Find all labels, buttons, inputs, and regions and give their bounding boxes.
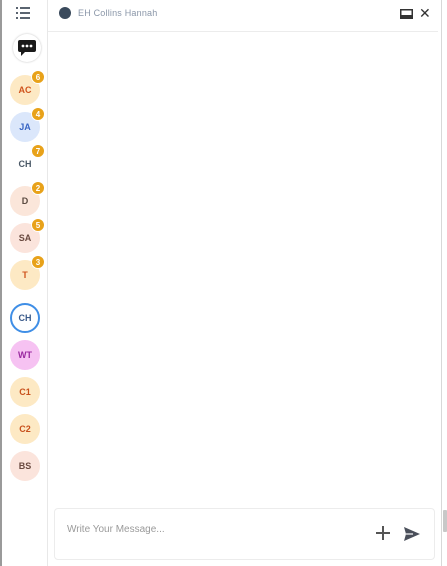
unread-badge: 5 — [31, 218, 45, 232]
message-area — [48, 33, 438, 503]
chat-header: EH Collins Hannah ✕ — [48, 0, 438, 32]
contact-avatar[interactable]: D2 — [10, 181, 45, 216]
contact-initials: D — [21, 196, 29, 206]
contact-avatar[interactable]: C2 — [10, 414, 40, 444]
contact-avatar[interactable]: CH — [10, 303, 40, 333]
chat-title: EH Collins Hannah — [78, 8, 158, 18]
window-icon[interactable] — [400, 9, 413, 19]
scrollbar[interactable] — [441, 0, 447, 566]
avatar — [59, 7, 71, 19]
contact-initials: CH — [18, 313, 32, 323]
contact-initials: CH — [18, 159, 32, 169]
plus-icon[interactable] — [376, 526, 390, 540]
contact-initials: C1 — [19, 387, 31, 397]
close-icon[interactable]: ✕ — [419, 6, 431, 20]
unread-badge: 4 — [31, 107, 45, 121]
chat-panel: EH Collins Hannah ✕ — [48, 0, 438, 566]
contact-avatar[interactable]: CH 7 — [10, 144, 45, 179]
contact-avatar[interactable]: AC 6 — [10, 70, 45, 105]
chat-bubble-icon — [18, 40, 36, 56]
send-icon[interactable] — [404, 527, 420, 541]
contact-initials: BS — [18, 461, 32, 471]
contact-initials: T — [22, 270, 28, 280]
contact-initials: C2 — [19, 424, 31, 434]
contact-avatar[interactable]: SA 5 — [10, 218, 45, 253]
contact-avatar[interactable]: JA 4 — [10, 107, 45, 142]
unread-badge: 3 — [31, 255, 45, 269]
list-icon[interactable] — [16, 7, 30, 19]
message-composer — [54, 508, 435, 560]
contact-initials: AC — [18, 85, 32, 95]
contact-avatar[interactable]: WT — [10, 340, 40, 370]
unread-badge: 7 — [31, 144, 45, 158]
unread-badge: 6 — [31, 70, 45, 84]
contact-avatar[interactable]: T3 — [10, 255, 45, 290]
contact-avatar[interactable]: C1 — [10, 377, 40, 407]
contacts-sidebar: AC 6 JA 4 CH 7 D 2 SA 5 T 3 CH WT C1 C2 BS — [2, 0, 48, 566]
contact-initials: SA — [18, 233, 32, 243]
scrollbar-thumb[interactable] — [443, 510, 447, 532]
message-input[interactable] — [67, 521, 357, 537]
contact-initials: WT — [18, 350, 32, 360]
chat-logo-button[interactable] — [13, 34, 41, 62]
unread-badge: 2 — [31, 181, 45, 195]
chat-widget: AC 6 JA 4 CH 7 D 2 SA 5 T 3 CH WT C1 C2 BS EH Collins Ha… — [0, 0, 447, 566]
contact-avatar[interactable]: BS — [10, 451, 40, 481]
contact-initials: JA — [19, 122, 31, 132]
